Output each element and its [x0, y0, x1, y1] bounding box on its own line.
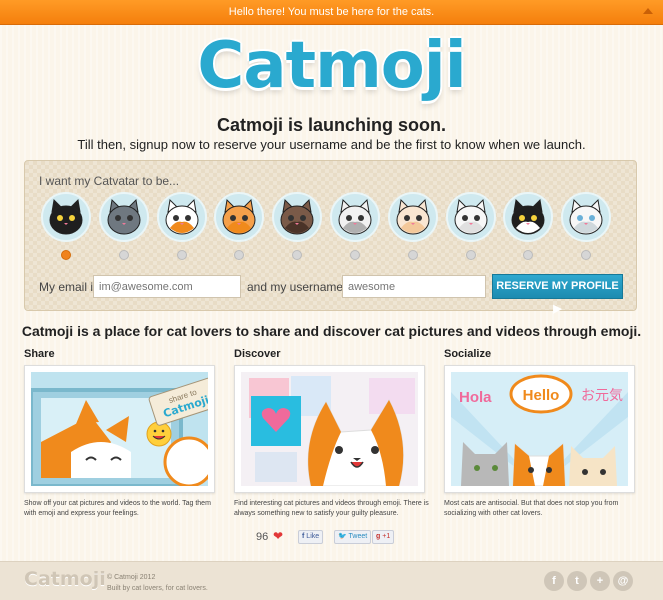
- twitter-icon[interactable]: t: [567, 571, 587, 591]
- like-count: 96: [256, 531, 269, 543]
- byline-text: Built by cat lovers, for cat lovers.: [107, 585, 208, 592]
- plusone-label: +1: [382, 533, 391, 540]
- username-label: and my username is: [247, 280, 356, 294]
- catvatar-radio[interactable]: [350, 250, 360, 260]
- catvatar-radio[interactable]: [523, 250, 533, 260]
- catvatar-option-calico[interactable]: [157, 192, 207, 260]
- announcement-bar: Hello there! You must be here for the ca…: [0, 0, 663, 25]
- cat-face-icon: [99, 192, 149, 242]
- cat-face-icon: [503, 192, 553, 242]
- catvatar-picker: [41, 192, 631, 260]
- google-plusone-button[interactable]: g +1: [372, 530, 395, 544]
- cat-face-icon: [446, 192, 496, 242]
- catvatar-option-orange[interactable]: [214, 192, 264, 260]
- catvatar-radio[interactable]: [61, 250, 71, 260]
- signup-panel: I want my Catvatar to be... My email is …: [24, 160, 637, 315]
- catmoji-logo: Catmoji: [197, 29, 466, 103]
- catvatar-label: I want my Catvatar to be...: [39, 174, 180, 188]
- cat-face-icon: [388, 192, 438, 242]
- catvatar-option-white-blue-eyes[interactable]: [561, 192, 611, 260]
- catvatar-option-gray[interactable]: [99, 192, 149, 260]
- feature-title: Discover: [234, 348, 281, 360]
- catvatar-option-tuxedo[interactable]: [503, 192, 553, 260]
- copyright-text: © Catmoji 2012: [107, 574, 156, 581]
- catvatar-option-brown-tabby[interactable]: [272, 192, 322, 260]
- feature-socialize: Socialize Hola Hello お元気 Most cats are a…: [444, 348, 640, 519]
- heart-icon: ❤: [273, 529, 284, 543]
- catvatar-radio[interactable]: [292, 250, 302, 260]
- socialize-illustration: Hola Hello お元気: [444, 365, 635, 493]
- plus-icon[interactable]: +: [590, 571, 610, 591]
- cat-face-icon: [157, 192, 207, 242]
- tagline: Catmoji is a place for cat lovers to sha…: [21, 323, 642, 339]
- catvatar-option-white[interactable]: [446, 192, 496, 260]
- feature-share: Share share to Catmoji Show off your cat…: [24, 348, 220, 519]
- feature-title: Socialize: [444, 348, 492, 360]
- cat-face-icon: [330, 192, 380, 242]
- tweet-button[interactable]: 🐦 Tweet: [334, 530, 372, 544]
- email-field[interactable]: [93, 275, 241, 298]
- catvatar-radio[interactable]: [408, 250, 418, 260]
- bubble-hello: Hello: [523, 387, 560, 404]
- footer-copyright: © Catmoji 2012 Built by cat lovers, for …: [107, 572, 208, 594]
- feature-description: Find interesting cat pictures and videos…: [234, 500, 429, 517]
- footer-logo: Catmoji: [24, 568, 106, 590]
- reserve-profile-button[interactable]: RESERVE MY PROFILE ▶: [492, 274, 623, 315]
- cat-face-icon: [41, 192, 91, 242]
- email-label: My email is: [39, 280, 100, 294]
- catvatar-option-cream[interactable]: [388, 192, 438, 260]
- catvatar-radio[interactable]: [234, 250, 244, 260]
- footer: Catmoji © Catmoji 2012 Built by cat love…: [0, 561, 663, 600]
- cat-face-icon: [272, 192, 322, 242]
- bird-icon: 🐦: [338, 533, 347, 540]
- cat-face-icon: [214, 192, 264, 242]
- username-field[interactable]: [342, 275, 486, 298]
- collapse-arrow-icon[interactable]: [643, 8, 653, 14]
- discover-illustration: [234, 365, 425, 493]
- feature-description: Show off your cat pictures and videos to…: [24, 500, 211, 517]
- catvatar-option-white-gray[interactable]: [330, 192, 380, 260]
- facebook-icon[interactable]: f: [544, 571, 564, 591]
- email-icon[interactable]: @: [613, 571, 633, 591]
- feature-title: Share: [24, 348, 55, 360]
- catvatar-option-black[interactable]: [41, 192, 91, 260]
- share-illustration: share to Catmoji: [24, 365, 215, 493]
- announcement-text: Hello there! You must be here for the ca…: [228, 6, 435, 18]
- bubble-ogenki: お元気: [581, 388, 623, 404]
- like-label: Like: [306, 533, 320, 540]
- tweet-label: Tweet: [348, 533, 368, 540]
- facebook-like-button[interactable]: f Like: [298, 530, 324, 544]
- bubble-hola: Hola: [459, 389, 492, 406]
- feature-description: Most cats are antisocial. But that does …: [444, 500, 619, 517]
- launch-subline: Till then, signup now to reserve your us…: [77, 137, 586, 152]
- catvatar-radio[interactable]: [177, 250, 187, 260]
- feature-discover: Discover Find interesting cat pictures a…: [234, 348, 430, 519]
- cat-face-icon: [561, 192, 611, 242]
- catvatar-radio[interactable]: [119, 250, 129, 260]
- launch-headline: Catmoji is launching soon.: [216, 115, 447, 135]
- catvatar-radio[interactable]: [466, 250, 476, 260]
- catvatar-radio[interactable]: [581, 250, 591, 260]
